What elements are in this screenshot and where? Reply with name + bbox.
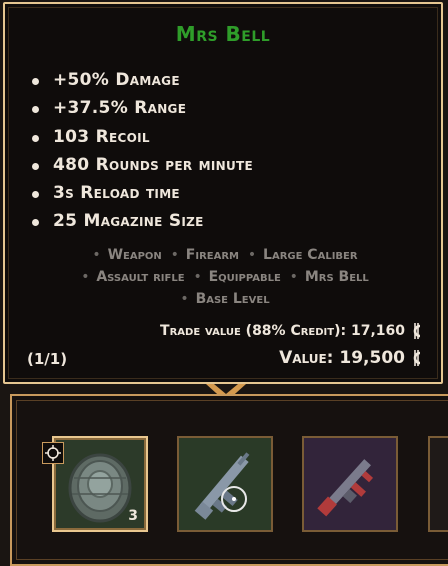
item-title: Mrs Bell (175, 22, 271, 46)
stat-rate: 480 Rounds per minute (27, 151, 253, 179)
inventory-slot-next[interactable] (428, 436, 448, 532)
credit-icon (413, 350, 421, 366)
item-value: Value: 19,500 (279, 348, 425, 368)
stats-list: +50% Damage +37.5% Range 103 Recoil 480 … (27, 66, 253, 236)
tooltip-pointer-inner (214, 384, 238, 394)
target-badge (42, 442, 64, 464)
inventory-slot-landmine[interactable]: 3 (52, 436, 148, 532)
inventory-slot-tommy-gun[interactable] (302, 436, 398, 532)
inventory-slot-assault-rifle[interactable] (177, 436, 273, 532)
tag-list: • Weapon • Firearm • Large Caliber • Ass… (45, 244, 401, 310)
credit-icon (413, 323, 421, 339)
tag-item: • Weapon (92, 247, 162, 263)
inventory-bar: 3 (10, 394, 448, 566)
tag-item: • Mrs Bell (289, 269, 369, 285)
stat-damage: +50% Damage (27, 66, 253, 94)
tommy-gun-icon (317, 459, 374, 517)
tag-item: • Firearm (170, 247, 240, 263)
tag-item: • Large Caliber (247, 247, 358, 263)
page-count: (1/1) (27, 350, 68, 368)
tag-item: • Equippable (193, 269, 281, 285)
stat-magazine: 25 Magazine Size (27, 207, 253, 235)
tag-item: • Assault rifle (81, 269, 185, 285)
crosshair-icon (45, 445, 61, 461)
stat-reload: 3s Reload time (27, 179, 253, 207)
stat-range: +37.5% Range (27, 94, 253, 122)
tag-item: • Base Level (180, 291, 270, 307)
assault-rifle-icon (194, 452, 250, 520)
item-count: 3 (128, 508, 138, 524)
trade-value: Trade value (88% Credit): 17,160 (160, 322, 425, 340)
stat-recoil: 103 Recoil (27, 123, 253, 151)
cursor-icon (221, 486, 247, 512)
item-tooltip: Mrs Bell +50% Damage +37.5% Range 103 Re… (3, 2, 443, 384)
